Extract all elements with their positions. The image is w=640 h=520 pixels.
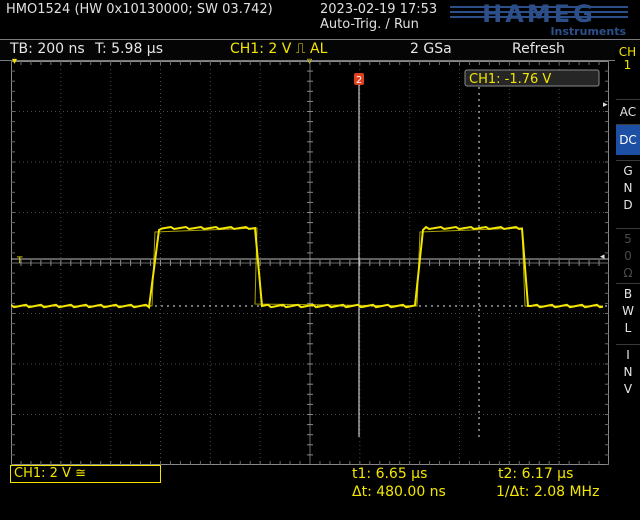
ch1-trace-persist — [11, 227, 603, 307]
invert-button[interactable]: INV — [616, 344, 640, 402]
inverse-delta-t-readout: 1/Δt: 2.08 MHz — [496, 484, 600, 500]
trigger-position-marker: ▿ — [307, 56, 313, 67]
cursor-t2-readout: t2: 6.17 µs — [498, 466, 574, 482]
cursor-t1-readout: t1: 6.65 µs — [352, 466, 428, 482]
coupling-dc-label: DC — [619, 133, 637, 147]
trigger-status: Auto-Trig. / Run — [320, 17, 419, 32]
bandwidth-limit-label: BWL — [622, 287, 634, 335]
ch1-scale-box[interactable]: CH1: 2 V ≅ — [10, 465, 161, 483]
termination-50-label: 50Ω — [623, 232, 633, 280]
trigger-level-right-icon: ◂ — [600, 252, 605, 262]
waveform-display[interactable]: 2 CH1: -1.76 V 1 T — [11, 61, 609, 465]
right-arrow-icon: ▸ — [603, 100, 608, 110]
brand-name: HAMEG — [482, 0, 596, 28]
coupling-ac-button[interactable]: AC — [616, 99, 640, 124]
ch1-setting-readout[interactable]: CH1: 2 V ⎍ AL — [230, 41, 327, 57]
invert-label: INV — [623, 348, 633, 396]
acquisition-mode-readout[interactable]: Refresh — [512, 41, 565, 57]
graticule — [11, 61, 609, 465]
bandwidth-limit-button[interactable]: BWL — [616, 283, 640, 341]
brand-sub: Instruments — [550, 25, 626, 38]
hameg-logo: HAMEG Instruments — [450, 0, 628, 38]
device-info: HMO1524 (HW 0x10130000; SW 03.742) — [6, 2, 273, 17]
cursor-readout-label: CH1: -1.76 V — [469, 72, 551, 87]
position-left-marker: ▾ — [12, 56, 18, 67]
termination-50-button[interactable]: 50Ω — [616, 228, 640, 280]
date-time: 2023-02-19 17:53 — [320, 2, 438, 17]
timebase-readout[interactable]: TB: 200 ns — [10, 41, 85, 57]
cursor-2-marker-label: 2 — [356, 75, 362, 86]
coupling-gnd-label: GND — [623, 164, 633, 212]
channel-tab[interactable]: CH 1 — [615, 46, 640, 96]
delta-t-readout: Δt: 480.00 ns — [352, 484, 446, 500]
coupling-dc-button[interactable]: DC — [616, 124, 640, 155]
coupling-ac-label: AC — [619, 105, 637, 119]
trigger-time-readout[interactable]: T: 5.98 µs — [95, 41, 163, 57]
sample-rate-readout: 2 GSa — [410, 41, 452, 57]
ch1-trace — [11, 225, 604, 310]
channel-tab-label: CH 1 — [618, 45, 637, 72]
coupling-gnd-button[interactable]: GND — [616, 160, 640, 218]
trigger-marker: T — [16, 256, 23, 266]
